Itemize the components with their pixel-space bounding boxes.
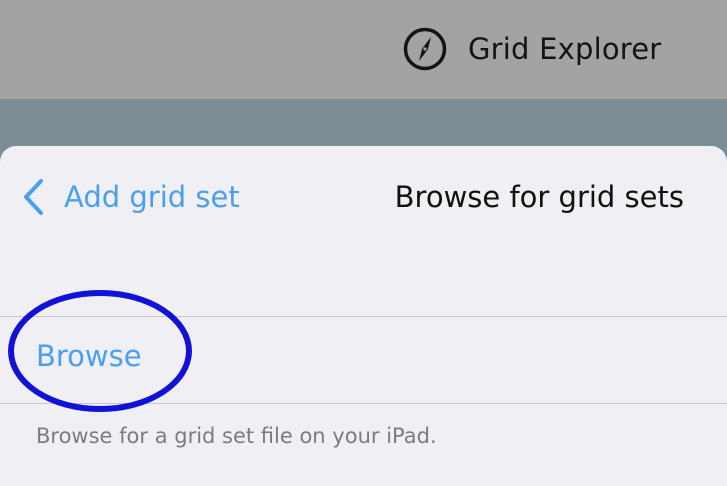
browse-sheet: Add grid set Browse for grid sets Browse… [0, 146, 727, 486]
back-button-label[interactable]: Add grid set [64, 180, 240, 214]
app-brand: Grid Explorer [402, 26, 661, 72]
browse-button[interactable]: Browse [36, 339, 142, 373]
compass-icon [403, 27, 447, 71]
browse-footer-note: Browse for a grid set file on your iPad. [36, 424, 437, 448]
chevron-left-icon[interactable] [20, 177, 46, 217]
app-title: Grid Explorer [468, 32, 662, 66]
browse-row[interactable]: Browse [0, 317, 727, 403]
back-button[interactable]: Add grid set [20, 176, 240, 218]
sheet-title: Browse for grid sets [394, 180, 684, 214]
row-divider-bottom [0, 403, 727, 404]
app-header: Grid Explorer [0, 0, 727, 100]
